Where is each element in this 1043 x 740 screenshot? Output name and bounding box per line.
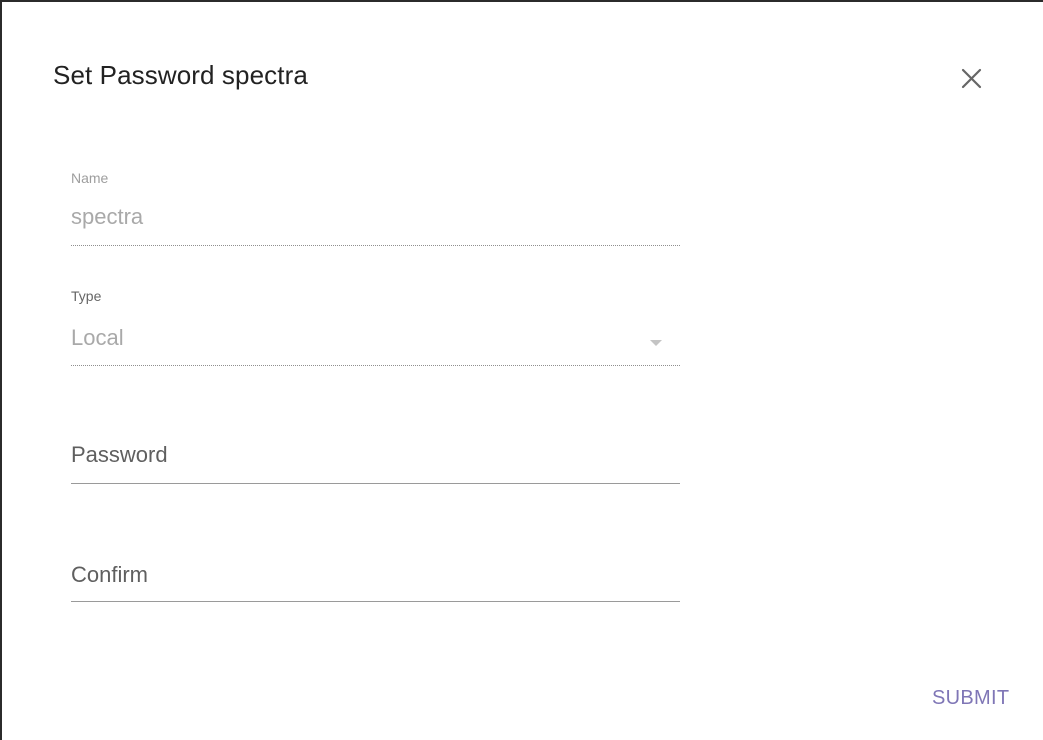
- password-placeholder: Password: [71, 442, 168, 467]
- dialog-title: Set Password spectra: [53, 60, 308, 90]
- name-label: Name: [71, 170, 109, 186]
- type-select[interactable]: Type Local: [71, 282, 680, 372]
- password-underline: [71, 483, 680, 484]
- close-icon: [961, 68, 982, 89]
- name-field: Name spectra: [71, 162, 680, 252]
- confirm-underline: [71, 601, 680, 602]
- submit-button[interactable]: SUBMIT: [932, 687, 1009, 710]
- name-underline: [71, 245, 680, 246]
- set-password-dialog: Set Password spectra Name spectra Type L…: [0, 0, 1043, 740]
- close-button[interactable]: [953, 60, 991, 98]
- type-value: Local: [71, 325, 124, 350]
- confirm-password-field[interactable]: Confirm: [71, 552, 680, 612]
- type-underline: [71, 365, 680, 366]
- chevron-down-icon: [650, 340, 662, 346]
- confirm-placeholder: Confirm: [71, 562, 149, 587]
- type-label: Type: [71, 288, 102, 304]
- password-field[interactable]: Password: [71, 432, 680, 492]
- name-value: spectra: [71, 204, 144, 229]
